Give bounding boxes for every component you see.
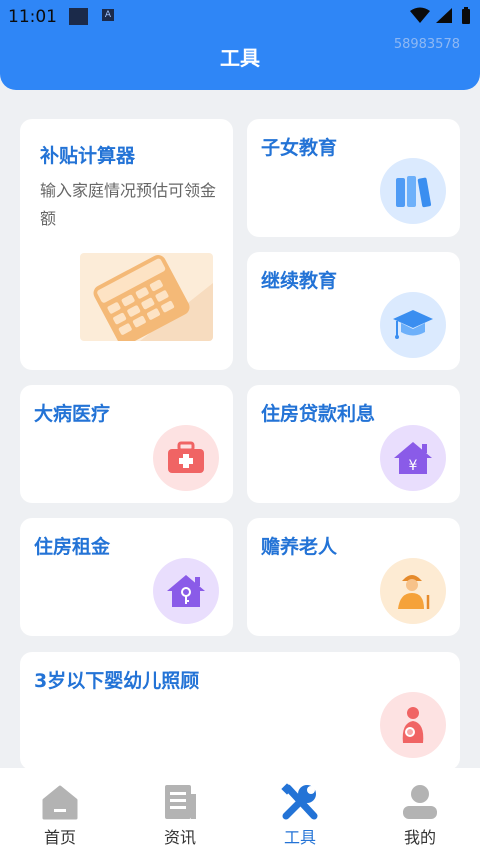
tab-home[interactable]: 首页	[0, 768, 120, 853]
calculator-icon	[80, 253, 213, 341]
card-children-education[interactable]: 子女教育	[247, 119, 460, 237]
house-yen-icon: ¥	[380, 425, 446, 491]
status-time: 11:01	[8, 7, 57, 27]
wifi-icon	[410, 7, 430, 23]
app-notification-icon: A	[102, 9, 114, 21]
card-title: 3岁以下婴幼儿照顾	[34, 670, 200, 692]
bottom-tab-bar: 首页 资讯 工具 我的	[0, 768, 480, 853]
card-continuing-education[interactable]: 继续教育	[247, 252, 460, 370]
battery-icon	[462, 7, 470, 24]
home-icon	[40, 782, 80, 822]
tab-profile[interactable]: 我的	[360, 768, 480, 853]
tab-label: 工具	[283, 828, 316, 847]
tab-label: 我的	[403, 828, 436, 847]
card-title: 住房租金	[34, 536, 111, 558]
card-title: 子女教育	[261, 137, 338, 159]
card-description: 输入家庭情况预估可领金额	[40, 181, 217, 228]
notification-icon	[69, 8, 88, 25]
card-housing-rent[interactable]: 住房租金	[20, 518, 233, 636]
svg-text:¥: ¥	[409, 458, 418, 474]
elderly-person-icon	[380, 558, 446, 624]
tab-label: 首页	[43, 828, 76, 847]
card-title: 住房贷款利息	[261, 403, 376, 425]
mother-baby-icon	[380, 692, 446, 758]
card-housing-loan-interest[interactable]: 住房贷款利息 ¥	[247, 385, 460, 503]
header: 工具 58983578	[0, 32, 480, 90]
card-infant-care[interactable]: 3岁以下婴幼儿照顾	[20, 652, 460, 770]
profile-icon	[400, 782, 440, 822]
card-title: 大病医疗	[34, 403, 111, 425]
tab-tools[interactable]: 工具	[240, 768, 360, 853]
house-key-icon	[153, 558, 219, 624]
graduation-cap-icon	[380, 292, 446, 358]
card-title: 继续教育	[261, 270, 338, 292]
tab-label: 资讯	[163, 828, 196, 847]
medical-kit-icon	[153, 425, 219, 491]
tab-news[interactable]: 资讯	[120, 768, 240, 853]
card-serious-illness[interactable]: 大病医疗	[20, 385, 233, 503]
signal-icon	[436, 8, 452, 23]
card-elderly-support[interactable]: 赡养老人	[247, 518, 460, 636]
card-title: 补贴计算器	[40, 145, 136, 167]
status-icons	[408, 6, 474, 30]
books-icon	[380, 158, 446, 224]
news-icon	[160, 782, 200, 822]
status-bar: 11:01 A	[0, 0, 480, 32]
tools-icon	[280, 782, 320, 822]
card-subsidy-calculator[interactable]: 补贴计算器 输入家庭情况预估可领金额	[20, 119, 233, 370]
card-title: 赡养老人	[261, 536, 338, 558]
user-id-watermark: 58983578	[393, 37, 460, 52]
